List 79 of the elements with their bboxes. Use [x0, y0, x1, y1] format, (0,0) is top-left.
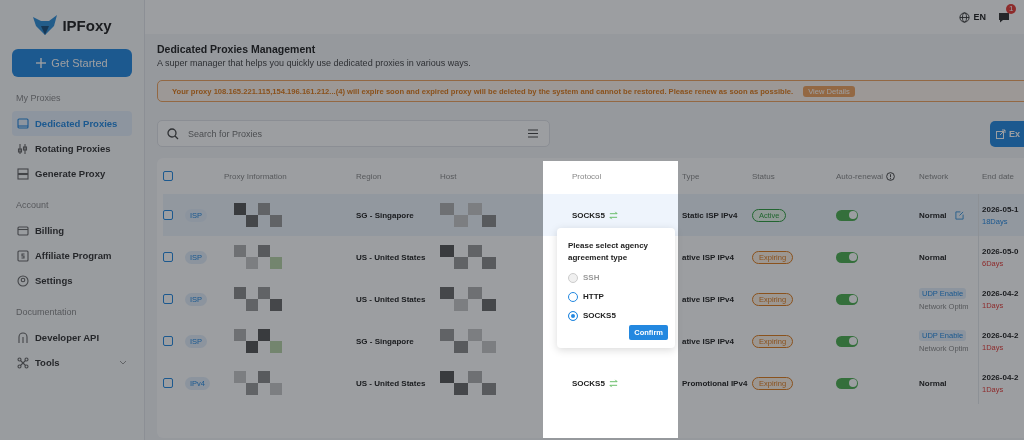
row-checkbox[interactable]: [163, 378, 173, 388]
sidebar-item[interactable]: Tools: [12, 350, 132, 375]
search-field[interactable]: Search for Proxies: [157, 120, 550, 147]
swap-icon[interactable]: [608, 378, 618, 388]
edit-icon[interactable]: [954, 210, 964, 220]
table-cell-text: US - United States: [356, 378, 427, 388]
tools-icon: [17, 356, 29, 369]
select-all-checkbox[interactable]: [163, 171, 173, 181]
auto-renewal-toggle[interactable]: [836, 335, 858, 347]
auto-renewal-toggle[interactable]: [836, 293, 858, 305]
sidebar-item[interactable]: Developer API: [12, 325, 132, 350]
row-checkbox[interactable]: [163, 294, 173, 304]
plus-icon: [36, 58, 47, 68]
popover-title: Please select agency agreement type: [568, 240, 650, 264]
language-selector[interactable]: EN: [959, 11, 986, 23]
sidebar-item[interactable]: Affiliate Program: [12, 243, 132, 268]
end-date: 2026-04-2: [982, 288, 1019, 298]
get-started-button[interactable]: Get Started: [12, 49, 132, 77]
end-date: 2026-04-2: [982, 372, 1019, 382]
search-icon: [167, 127, 179, 140]
chat-icon[interactable]: [998, 11, 1010, 23]
table-cell-text: US - United States: [356, 294, 427, 304]
option-label: HTTP: [583, 292, 604, 301]
swap-icon[interactable]: [608, 210, 618, 220]
auto-renewal-toggle[interactable]: [836, 377, 858, 389]
filter-icon[interactable]: [528, 129, 538, 138]
brand-name: IPFoxy: [62, 16, 112, 34]
column-header: Type: [682, 171, 700, 181]
column-header: Protocol: [572, 171, 602, 181]
table-cell-text: SG - Singapore: [356, 210, 415, 220]
auto-renewal-toggle[interactable]: [836, 209, 858, 221]
sidebar-item[interactable]: Billing: [12, 218, 132, 243]
table-cell: Normal: [919, 252, 947, 262]
sliders-icon: [17, 142, 29, 155]
page-title: Dedicated Proxies Management: [157, 43, 317, 55]
share-icon: [996, 128, 1006, 139]
column-header: Host: [440, 171, 457, 181]
chevron-down-icon[interactable]: [119, 360, 127, 365]
column-header: Auto-renewal: [836, 171, 884, 181]
sidebar-item[interactable]: Rotating Proxies: [12, 136, 132, 161]
section-heading: Documentation: [16, 307, 78, 317]
table-cell-text: ative ISP IPv4: [682, 252, 735, 262]
end-date: 2026-05-0: [982, 246, 1019, 256]
column-header: Status: [752, 171, 775, 181]
fox-logo-icon: [32, 14, 59, 36]
section-heading: My Proxies: [16, 93, 62, 103]
end-date: 2026-05-1: [982, 204, 1019, 214]
page-subtitle: A super manager that helps you quickly use dedicated proxies in various ways.: [157, 58, 472, 68]
credit-card-icon: [17, 224, 29, 237]
option-label: SOCKS5: [583, 311, 616, 320]
table-cell: SOCKS5: [572, 210, 605, 220]
row-checkbox[interactable]: [163, 336, 173, 346]
option-label: SSH: [583, 273, 600, 282]
table-cell: SOCKS5: [572, 378, 605, 388]
row-checkbox[interactable]: [163, 252, 173, 262]
table-cell-text: Promotional IPv4: [682, 378, 749, 388]
globe-icon: [959, 11, 971, 23]
section-heading: Account: [16, 200, 50, 210]
table-cell-text: US - United States: [356, 252, 427, 262]
notification-badge: 1: [1006, 3, 1017, 14]
table-cell-text: SG - Singapore: [356, 336, 415, 346]
column-header: Proxy Information: [224, 171, 287, 181]
radio-button[interactable]: [568, 291, 578, 302]
column-header: Network: [919, 171, 949, 181]
table-cell: Normal: [919, 210, 947, 220]
info-icon: [886, 171, 896, 181]
layers-icon: [17, 167, 29, 180]
table-cell-text: Static ISP IPv4: [682, 210, 739, 220]
row-checkbox[interactable]: [163, 210, 173, 220]
table-cell: Normal: [919, 378, 947, 388]
monitor-icon: [17, 117, 29, 130]
end-date: 2026-04-2: [982, 330, 1019, 340]
radio-button[interactable]: [568, 310, 578, 321]
table-cell-text: ative ISP IPv4: [682, 336, 735, 346]
dollar-icon: [17, 249, 29, 262]
sidebar-item[interactable]: Settings: [12, 268, 132, 293]
auto-renewal-toggle[interactable]: [836, 251, 858, 263]
table-cell-text: ative ISP IPv4: [682, 294, 735, 304]
sidebar-item[interactable]: Generate Proxy: [12, 161, 132, 186]
